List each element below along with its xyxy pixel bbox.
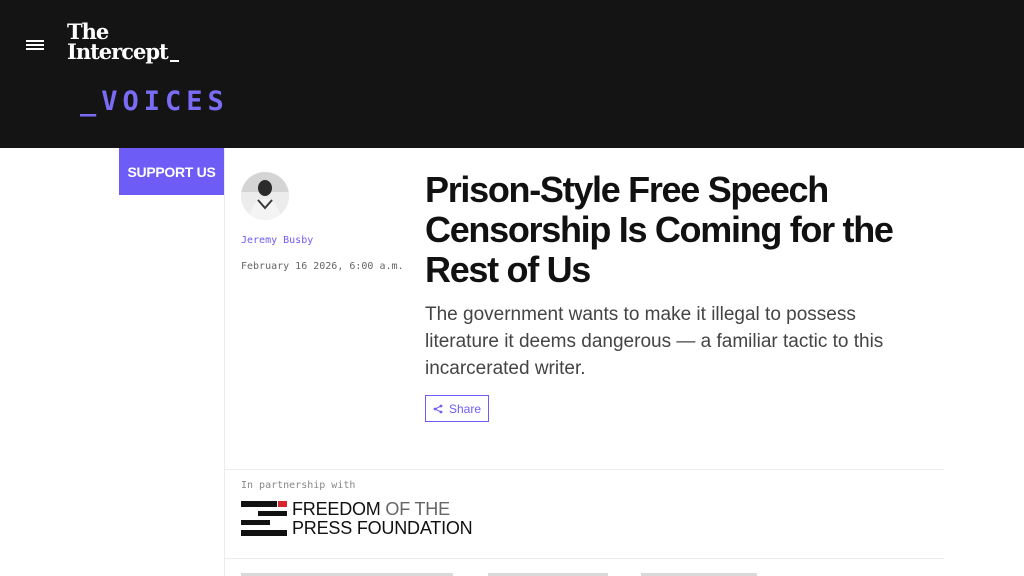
section-title[interactable]: _VOICES xyxy=(80,86,229,117)
partner-name-strong: FREEDOM xyxy=(292,499,381,519)
site-logo[interactable]: The Intercept xyxy=(67,21,179,64)
freedom-of-the-press-logo-icon[interactable] xyxy=(241,501,287,536)
partner-name-line-1: FREEDOM OF THE xyxy=(292,500,472,519)
share-icon xyxy=(433,404,443,413)
hamburger-menu-icon[interactable] xyxy=(26,38,46,52)
share-button[interactable]: Share xyxy=(425,395,489,422)
partner-name-line-2: PRESS FOUNDATION xyxy=(292,518,473,538)
logo-line-2-text: Intercept xyxy=(67,39,169,64)
divider xyxy=(225,558,944,559)
author-avatar[interactable] xyxy=(241,172,289,220)
author-name-link[interactable]: Jeremy Busby xyxy=(241,235,313,246)
divider xyxy=(225,469,944,470)
article-dek: The government wants to make it illegal … xyxy=(425,304,884,379)
publish-date: February 16 2026, 6:00 a.m. xyxy=(241,261,404,272)
partnership-label: In partnership with xyxy=(241,480,356,491)
share-label: Share xyxy=(448,401,482,416)
site-header: The Intercept _VOICES xyxy=(0,0,1024,148)
partner-organization-name[interactable]: FREEDOM OF THE PRESS FOUNDATION xyxy=(292,500,473,538)
support-us-button[interactable]: SUPPORT US xyxy=(119,148,224,195)
article-headline: Prison-Style Free Speech Censorship Is C… xyxy=(425,169,894,290)
column-divider xyxy=(224,148,225,576)
logo-line-2: Intercept xyxy=(67,39,179,64)
partner-name-rest: OF THE xyxy=(380,499,450,519)
